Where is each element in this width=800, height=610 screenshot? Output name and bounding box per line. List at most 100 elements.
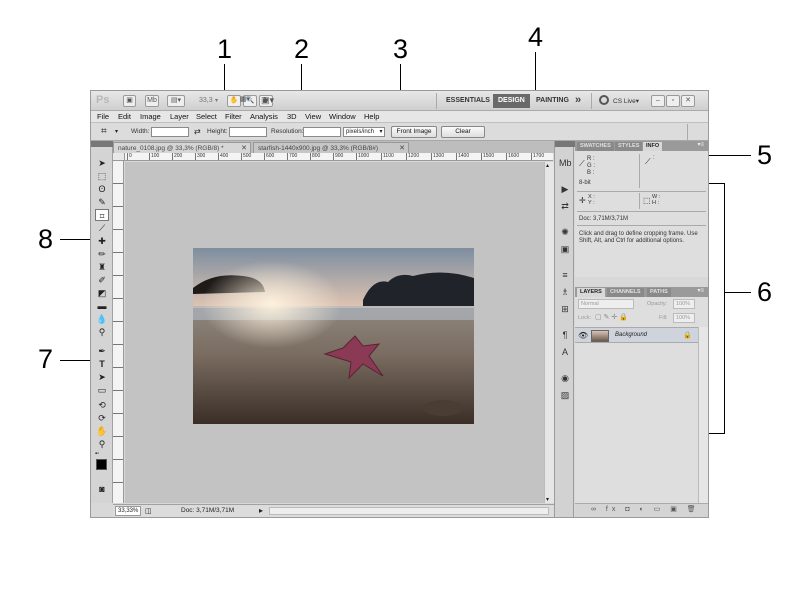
- icon-strip-header[interactable]: [555, 141, 575, 147]
- tools-panel-header[interactable]: [91, 141, 113, 147]
- cs-live-menu[interactable]: CS Live▾: [613, 97, 639, 105]
- history-panel-icon[interactable]: ▶: [559, 184, 571, 195]
- cs-live-icon[interactable]: [599, 95, 609, 105]
- quick-selection-tool-icon[interactable]: ✎: [95, 196, 109, 208]
- 3d-orbit-tool-icon[interactable]: ⟳: [95, 412, 109, 424]
- menu-image[interactable]: Image: [140, 112, 161, 121]
- lock-icons[interactable]: ▢ ✎ ✛ 🔒: [595, 313, 628, 321]
- eyedropper-tool-icon[interactable]: ⟋: [95, 222, 109, 234]
- pen-tool-icon[interactable]: ✒: [95, 345, 109, 357]
- path-selection-tool-icon[interactable]: ➤: [95, 371, 109, 383]
- character-panel-icon[interactable]: A: [559, 347, 571, 358]
- default-colors-icon[interactable]: ▪▫: [95, 451, 99, 457]
- arrange-documents-icon[interactable]: ▦▾: [235, 95, 255, 107]
- menu-view[interactable]: View: [305, 112, 321, 121]
- masks-panel-icon[interactable]: ▣: [559, 244, 571, 255]
- swap-dimensions-icon[interactable]: ⇄: [194, 127, 201, 136]
- vertical-scrollbar[interactable]: ▴ ▾: [544, 162, 554, 503]
- tab-channels[interactable]: CHANNELS: [607, 288, 644, 297]
- panel-menu-icon[interactable]: ▾≡: [697, 141, 704, 148]
- zoom-percentage-field[interactable]: 33,33%: [115, 506, 141, 516]
- width-field[interactable]: [151, 127, 189, 137]
- tab-nature[interactable]: nature_0108.jpg @ 33,3% (RGB/8) * ✕: [113, 142, 251, 153]
- quick-mask-icon[interactable]: ◙: [95, 483, 109, 495]
- mini-bridge-panel-icon[interactable]: Mb: [559, 158, 572, 169]
- menu-filter[interactable]: Filter: [225, 112, 242, 121]
- healing-brush-tool-icon[interactable]: ✚: [95, 235, 109, 247]
- navigator-panel-icon[interactable]: ▨: [559, 390, 571, 401]
- lasso-tool-icon[interactable]: ʘ: [95, 183, 109, 195]
- shape-tool-icon[interactable]: ▭: [95, 384, 109, 396]
- mini-bridge-icon[interactable]: Mb: [145, 95, 159, 107]
- horizontal-scrollbar[interactable]: [269, 507, 549, 515]
- menu-layer[interactable]: Layer: [170, 112, 189, 121]
- history-brush-tool-icon[interactable]: ✐: [95, 274, 109, 286]
- ruler-origin[interactable]: [113, 153, 125, 161]
- move-tool-icon[interactable]: ➤: [95, 157, 109, 169]
- layers-footer-icons[interactable]: ∞ fx ◘ ◐ ▭ ▣ 🗑: [575, 503, 708, 517]
- scroll-up-icon[interactable]: ▴: [546, 162, 549, 169]
- resolution-field[interactable]: [303, 127, 341, 137]
- tab-styles[interactable]: STYLES: [615, 142, 643, 151]
- clear-button[interactable]: Clear: [441, 126, 485, 138]
- view-extras-icon[interactable]: ▤▾: [167, 95, 185, 107]
- minimize-button[interactable]: –: [651, 95, 665, 107]
- crop-tool-icon[interactable]: ⌗: [95, 209, 109, 221]
- brushes-panel-icon[interactable]: ≡: [559, 270, 571, 281]
- hand-tool-icon[interactable]: ✋: [95, 425, 109, 437]
- tab-paths[interactable]: PATHS: [647, 288, 671, 297]
- workspace-painting[interactable]: PAINTING: [531, 94, 574, 108]
- blur-tool-icon[interactable]: 💧: [95, 313, 109, 325]
- menu-analysis[interactable]: Analysis: [250, 112, 278, 121]
- menu-window[interactable]: Window: [329, 112, 356, 121]
- horizontal-ruler[interactable]: 0 100 200 300 400 500 600 700 800 900 10…: [125, 153, 553, 161]
- tool-presets-panel-icon[interactable]: ⊞: [559, 304, 571, 315]
- height-field[interactable]: [229, 127, 267, 137]
- clone-stamp-tool-icon[interactable]: ♜: [95, 261, 109, 273]
- paragraph-panel-icon[interactable]: ¶: [559, 330, 571, 341]
- menu-3d[interactable]: 3D: [287, 112, 297, 121]
- more-workspaces-icon[interactable]: »: [575, 94, 581, 106]
- close-button[interactable]: ✕: [681, 95, 695, 107]
- status-settings-icon[interactable]: ◫: [145, 507, 152, 515]
- 3d-rotate-tool-icon[interactable]: ⟲: [95, 399, 109, 411]
- menu-edit[interactable]: Edit: [118, 112, 131, 121]
- screen-mode-icon[interactable]: ▣▾: [261, 95, 274, 106]
- adjustments-panel-icon[interactable]: ✺: [559, 227, 571, 238]
- crop-tool-preset-icon[interactable]: ⌗: [101, 126, 107, 137]
- preset-dropdown-icon[interactable]: ▾: [115, 128, 118, 135]
- blend-mode-select[interactable]: Normal: [578, 299, 634, 309]
- tab-starfish[interactable]: starfish-1440x900.jpg @ 33,3% (RGB/8#) ✕: [253, 142, 409, 153]
- workspace-essentials[interactable]: ESSENTIALS: [441, 94, 495, 108]
- dodge-tool-icon[interactable]: ⚲: [95, 326, 109, 338]
- bridge-icon[interactable]: ▣: [123, 95, 136, 107]
- menu-file[interactable]: File: [97, 112, 109, 121]
- layer-row-background[interactable]: 👁 Background 🔒: [575, 327, 698, 343]
- opacity-field[interactable]: 100%: [673, 299, 695, 309]
- actions-panel-icon[interactable]: ⇄: [559, 201, 571, 212]
- tab-layers[interactable]: LAYERS: [577, 288, 605, 297]
- gradient-tool-icon[interactable]: ▬: [95, 300, 109, 312]
- tab-swatches[interactable]: SWATCHES: [577, 142, 614, 151]
- tab-info[interactable]: INFO: [643, 142, 663, 151]
- visibility-eye-icon[interactable]: 👁: [578, 331, 588, 340]
- panel-menu-icon[interactable]: ▾≡: [697, 287, 704, 294]
- foreground-color-swatch[interactable]: [96, 459, 107, 470]
- marquee-tool-icon[interactable]: ⬚: [95, 170, 109, 182]
- menu-help[interactable]: Help: [364, 112, 379, 121]
- status-menu-arrow-icon[interactable]: ▸: [259, 506, 263, 515]
- type-tool-icon[interactable]: T: [95, 358, 109, 370]
- maximize-button[interactable]: ▫: [666, 95, 680, 107]
- clone-source-panel-icon[interactable]: ♗: [559, 287, 571, 298]
- menu-select[interactable]: Select: [196, 112, 217, 121]
- vertical-ruler[interactable]: [113, 161, 124, 503]
- 3d-panel-icon[interactable]: ◉: [559, 373, 571, 384]
- brush-tool-icon[interactable]: ✏: [95, 248, 109, 260]
- eraser-tool-icon[interactable]: ◩: [95, 287, 109, 299]
- layers-scrollbar[interactable]: [698, 327, 708, 503]
- front-image-button[interactable]: Front Image: [391, 126, 437, 138]
- scroll-down-icon[interactable]: ▾: [546, 496, 549, 503]
- units-dropdown-icon[interactable]: ▾: [377, 127, 385, 137]
- workspace-design[interactable]: DESIGN: [493, 94, 530, 108]
- zoom-level[interactable]: 33,3: [199, 97, 213, 104]
